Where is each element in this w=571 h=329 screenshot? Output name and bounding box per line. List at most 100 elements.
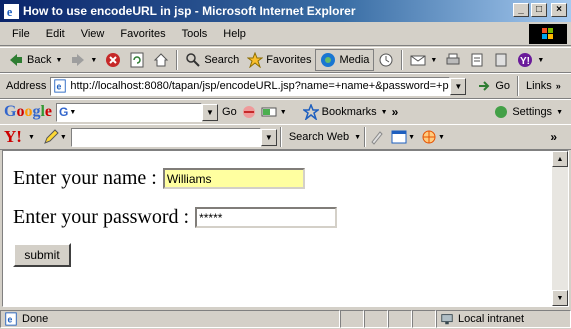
forward-dropdown-icon[interactable]: ▼	[90, 57, 97, 64]
toolbar-separator	[364, 127, 367, 147]
menu-help[interactable]: Help	[215, 26, 254, 42]
yahoo-logo[interactable]: Y!	[4, 127, 22, 147]
anti-spy-icon[interactable]	[421, 129, 437, 145]
history-icon	[379, 53, 393, 67]
ie-logo-icon: e	[4, 3, 19, 19]
address-bar: Address e http://localhost:8080/tapan/js…	[0, 73, 571, 99]
anti-spy-dropdown-icon[interactable]: ▼	[438, 134, 445, 141]
window-title: How to use encodeURL in jsp - Microsoft …	[23, 4, 356, 18]
close-button[interactable]: ×	[551, 3, 567, 17]
google-popup-blocker-icon[interactable]	[241, 104, 257, 120]
toolbar-separator	[279, 127, 282, 147]
name-label: Enter your name :	[13, 167, 157, 189]
page-icon: e	[54, 79, 67, 93]
title-bar: e How to use encodeURL in jsp - Microsof…	[0, 0, 571, 22]
mail-dropdown-icon[interactable]: ▼	[430, 57, 437, 64]
favorites-button[interactable]: Favorites	[243, 49, 315, 71]
messenger-dropdown-icon[interactable]: ▼	[537, 57, 544, 64]
submit-button[interactable]: submit	[13, 243, 71, 267]
mail-button[interactable]: ▼	[406, 49, 441, 71]
status-pane-empty	[388, 310, 412, 328]
forward-button[interactable]: ▼	[66, 49, 101, 71]
media-label: Media	[339, 54, 370, 66]
google-more-chevron-icon[interactable]: »	[392, 105, 399, 119]
name-input[interactable]	[162, 168, 305, 189]
search-web-dropdown-icon[interactable]: ▼	[354, 134, 361, 141]
bookmark-star-icon	[302, 104, 319, 120]
yahoo-search-input[interactable]	[70, 127, 261, 147]
edit-button[interactable]	[465, 49, 489, 71]
status-text-pane: e Done	[0, 310, 340, 328]
status-pane-empty	[364, 310, 388, 328]
menu-file[interactable]: File	[4, 26, 38, 42]
yahoo-more-chevron-icon[interactable]: »	[550, 130, 557, 144]
svg-text:e: e	[7, 5, 13, 19]
google-go-button[interactable]: Go	[218, 101, 241, 123]
refresh-icon	[130, 52, 144, 68]
address-dropdown-button[interactable]: ▼	[450, 77, 467, 95]
search-button[interactable]: Search	[181, 49, 243, 71]
stop-button[interactable]	[101, 49, 125, 71]
print-button[interactable]	[441, 49, 465, 71]
page-done-icon: e	[5, 312, 17, 326]
standard-toolbar: Back ▼ ▼ Search Favorites Media ▼ Y! ▼	[0, 47, 571, 73]
refresh-button[interactable]	[125, 49, 149, 71]
bookmarks-button[interactable]: Bookmarks ▼	[299, 101, 392, 123]
google-g-icon: G	[59, 105, 69, 119]
address-url: http://localhost:8080/tapan/jsp/encodeUR…	[70, 80, 449, 92]
scroll-up-button[interactable]: ▲	[552, 151, 568, 167]
google-pagerank-icon[interactable]	[261, 104, 277, 120]
address-input[interactable]: e http://localhost:8080/tapan/jsp/encode…	[50, 76, 451, 96]
back-arrow-icon	[10, 54, 22, 66]
settings-green-dot-icon	[495, 106, 508, 118]
google-options-dropdown-icon[interactable]: ▼	[280, 109, 287, 116]
mail-icon	[410, 55, 426, 66]
discuss-button[interactable]	[489, 49, 513, 71]
window-layout-dropdown-icon[interactable]: ▼	[408, 134, 415, 141]
scroll-down-button[interactable]: ▼	[552, 290, 568, 306]
google-search-type-dropdown-icon[interactable]: ▼	[69, 109, 76, 116]
pencil-icon[interactable]	[43, 129, 59, 145]
svg-text:e: e	[57, 82, 62, 92]
maximize-button[interactable]: □	[531, 3, 547, 17]
menu-edit[interactable]: Edit	[38, 26, 73, 42]
yahoo-menu-dropdown-icon[interactable]: ▼	[28, 134, 35, 141]
yahoo-messenger-icon: Y!	[518, 53, 533, 67]
stop-icon	[106, 53, 121, 67]
home-button[interactable]	[149, 49, 173, 71]
browser-window: e How to use encodeURL in jsp - Microsof…	[0, 0, 571, 329]
search-icon	[186, 53, 201, 67]
pencil-dropdown-icon[interactable]: ▼	[60, 134, 67, 141]
google-toolbar: Google G ▼ ▼ Go ▼ Bookmarks ▼ » Settings…	[0, 99, 571, 125]
vertical-scrollbar[interactable]: ▲ ▼	[552, 151, 568, 306]
minimize-button[interactable]: _	[513, 3, 529, 17]
search-label: Search	[204, 54, 240, 66]
settings-dropdown-icon: ▼	[556, 108, 563, 116]
media-button[interactable]: Media	[315, 49, 375, 71]
google-logo: Google	[4, 103, 53, 120]
highlighter-icon[interactable]	[369, 129, 385, 145]
windows-logo-icon	[529, 24, 567, 44]
status-pane-empty	[340, 310, 364, 328]
google-search-dropdown-button[interactable]: ▼	[202, 103, 219, 121]
menu-favorites[interactable]: Favorites	[112, 26, 173, 42]
search-web-button[interactable]: Search Web	[285, 126, 353, 148]
forward-arrow-icon	[72, 54, 85, 66]
menu-tools[interactable]: Tools	[174, 26, 216, 42]
address-label: Address	[6, 80, 47, 92]
back-dropdown-icon[interactable]: ▼	[55, 57, 62, 64]
back-button[interactable]: Back ▼	[4, 49, 66, 71]
links-button[interactable]: Links	[522, 75, 556, 97]
messenger-button[interactable]: Y! ▼	[513, 49, 548, 71]
history-button[interactable]	[374, 49, 398, 71]
password-input[interactable]	[195, 207, 338, 228]
links-chevron-icon[interactable]: »	[556, 81, 561, 91]
yahoo-search-dropdown-button[interactable]: ▼	[260, 128, 277, 146]
menu-view[interactable]: View	[73, 26, 113, 42]
printer-icon	[446, 53, 460, 65]
window-layout-icon[interactable]	[391, 129, 407, 145]
google-search-input[interactable]: G ▼	[56, 102, 203, 122]
google-settings-button[interactable]: Settings ▼	[489, 101, 567, 123]
status-bar: e Done Local intranet	[0, 309, 571, 329]
go-button[interactable]: Go	[472, 75, 514, 97]
